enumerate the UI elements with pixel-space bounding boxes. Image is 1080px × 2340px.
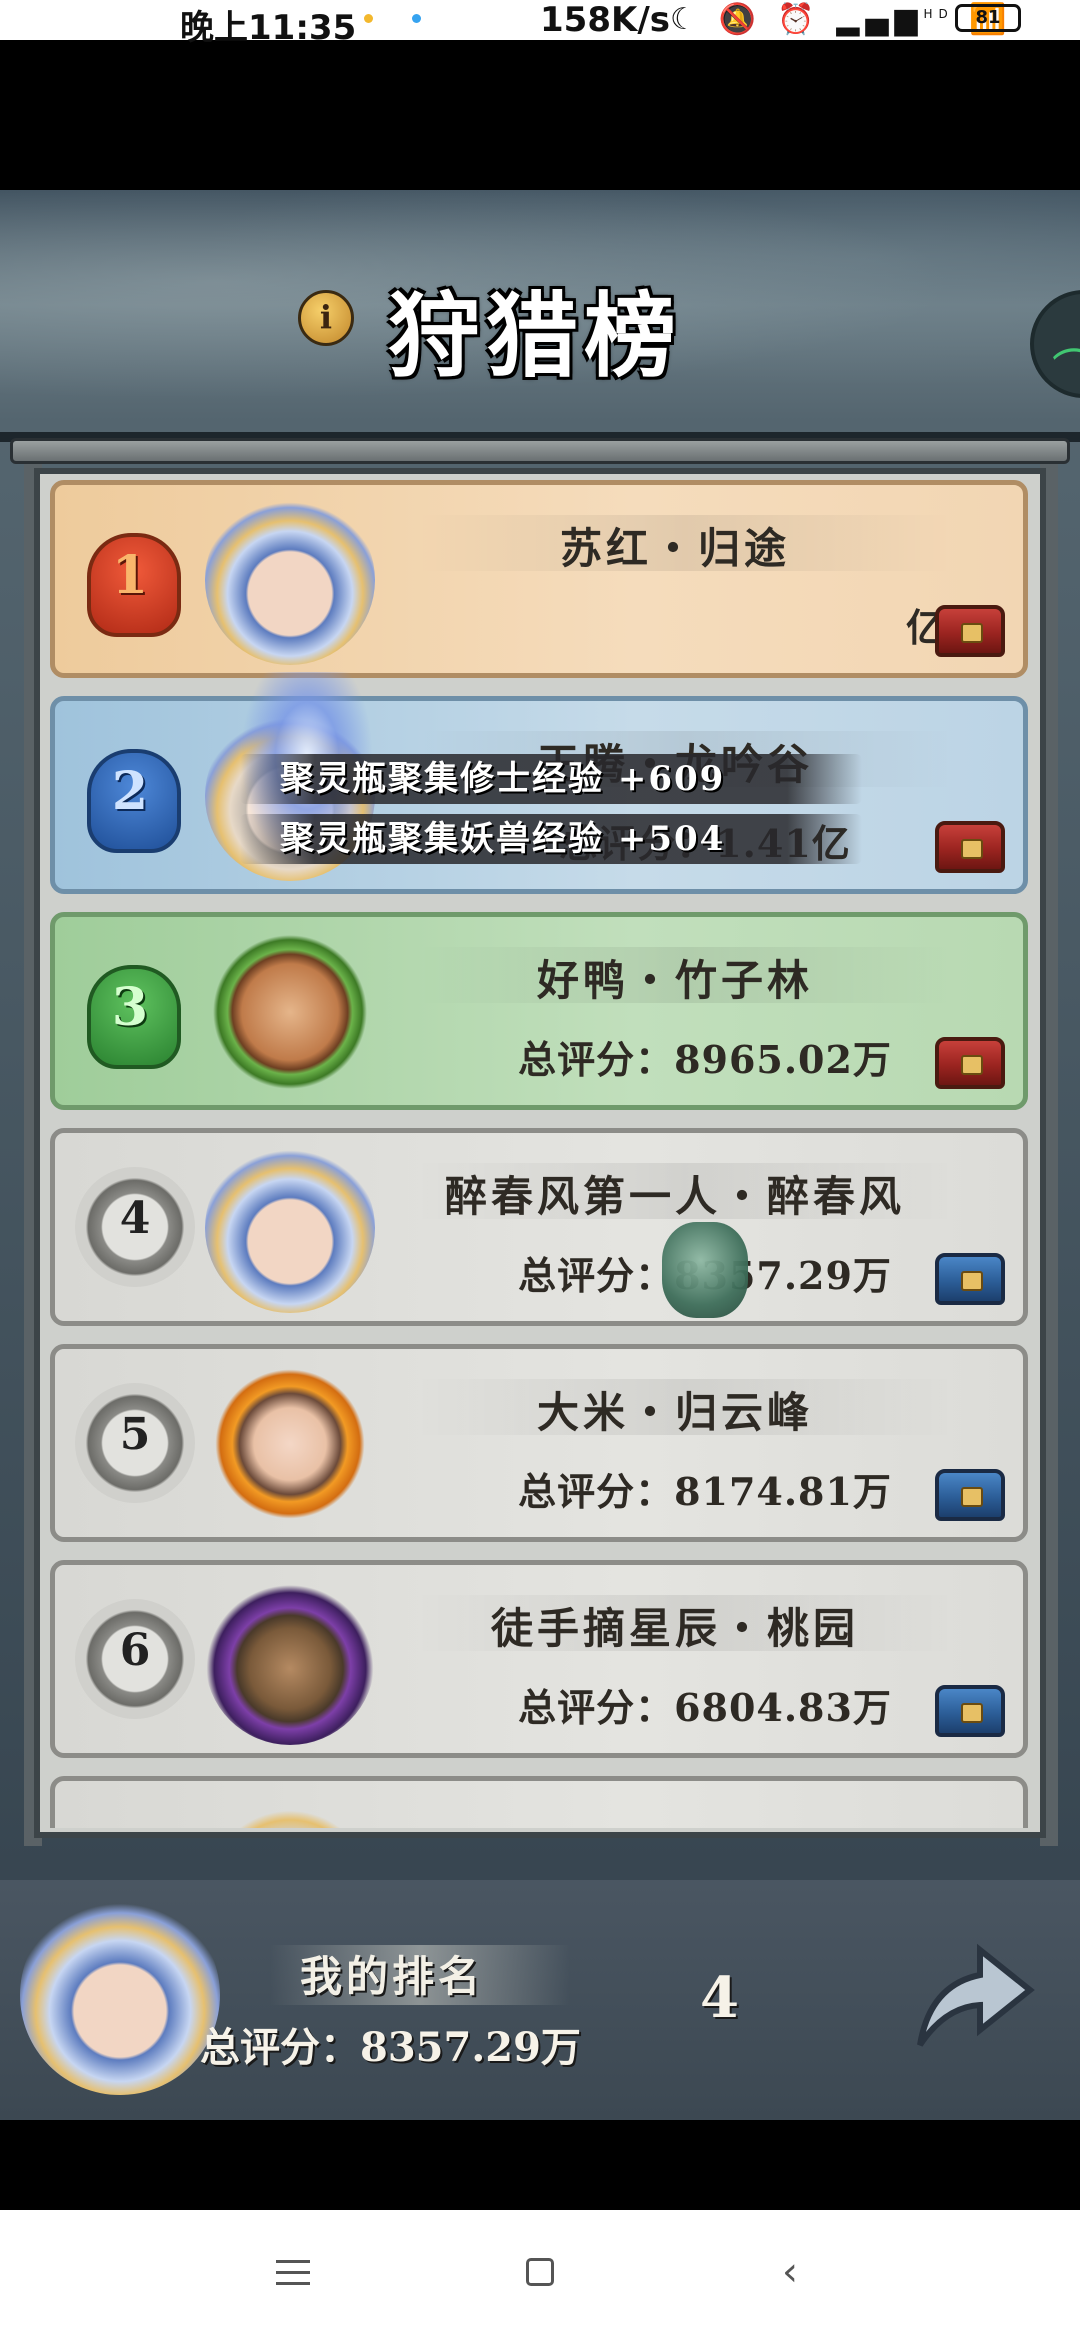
my-score: 总评分：8357.29万 — [200, 2024, 581, 2071]
player-name: 好鸭・竹子林 — [536, 956, 813, 1005]
player-name: 徒手摘星辰・桃园 — [490, 1604, 859, 1653]
leaderboard-row[interactable] — [50, 1776, 1028, 1828]
player-name: 大米・归云峰 — [536, 1388, 813, 1437]
rank-medal-icon: 2 — [75, 731, 185, 861]
signal-icon: ▂▄▆HD — [836, 2, 954, 37]
leaderboard-row[interactable]: 1 苏红・归途 亿 — [50, 480, 1028, 678]
jade-token-icon[interactable] — [662, 1222, 748, 1318]
network-speed: 158K/s — [540, 0, 670, 40]
leaderboard-row[interactable]: 4 醉春风第一人・醉春风 总评分：8357.29万 — [50, 1128, 1028, 1326]
share-arrow-icon[interactable] — [900, 1925, 1040, 2065]
panel-scroll-top — [10, 438, 1070, 464]
player-avatar[interactable] — [205, 927, 375, 1097]
leaderboard-row[interactable]: 3 好鸭・竹子林 总评分：8965.02万 — [50, 912, 1028, 1110]
player-score: 总评分：8174.81万 — [518, 1469, 892, 1514]
info-icon[interactable]: i — [298, 290, 354, 346]
rank-medal-icon: 1 — [75, 515, 185, 645]
rank-number: 5 — [119, 1409, 151, 1460]
menu-icon[interactable] — [276, 2260, 310, 2286]
floating-wifi-icon[interactable]: ︵ — [1030, 290, 1080, 398]
player-avatar[interactable] — [205, 1791, 375, 1828]
game-screen: i 狩猎榜 ︵ 1 苏红・归途 亿 2 王腾・龙吟谷 总 — [0, 190, 1080, 2110]
status-bar: 晚上11:35 158K/s ☾ 🔕 ⏰ ▂▄▆HD 📶 81 — [0, 0, 1080, 48]
reward-chest-icon[interactable] — [935, 605, 1005, 657]
signal-hd-label: HD — [923, 7, 954, 21]
my-rank-label: 我的排名 — [300, 1952, 485, 2001]
battery-level: 81 — [975, 7, 1001, 28]
my-rank-number: 4 — [700, 1965, 739, 2031]
leaderboard-row[interactable]: 5 大米・归云峰 总评分：8174.81万 — [50, 1344, 1028, 1542]
alarm-icon: ⏰ — [777, 2, 821, 37]
player-name: 醉春风第一人・醉春风 — [444, 1172, 905, 1221]
rank-number: 2 — [111, 761, 149, 822]
leaderboard-row[interactable]: 6 徒手摘星辰・桃园 总评分：6804.83万 — [50, 1560, 1028, 1758]
player-score: 总评分：8965.02万 — [518, 1037, 892, 1082]
reward-chest-icon[interactable] — [935, 1037, 1005, 1089]
rank-medal-icon: 3 — [75, 947, 185, 1077]
reward-chest-icon[interactable] — [935, 821, 1005, 873]
player-avatar[interactable] — [205, 1575, 375, 1745]
player-score: 亿 — [905, 605, 945, 650]
reward-chest-icon[interactable] — [935, 1469, 1005, 1521]
player-name: 苏红・归途 — [559, 524, 790, 573]
reward-chest-icon[interactable] — [935, 1253, 1005, 1305]
moon-icon: ☾ — [670, 2, 703, 37]
rank-number: 6 — [119, 1625, 151, 1676]
status-time: 晚上11:35 — [180, 8, 357, 48]
rank-number: 1 — [111, 545, 149, 606]
rank-number: 3 — [111, 977, 149, 1038]
mute-icon: 🔕 — [718, 2, 762, 37]
player-avatar[interactable] — [205, 1143, 375, 1313]
leaderboard-list[interactable]: 1 苏红・归途 亿 2 王腾・龙吟谷 总评分：1.41亿 3 — [46, 480, 1034, 1828]
page-title: 狩猎榜 — [388, 282, 683, 390]
back-icon[interactable]: ‹ — [782, 2252, 798, 2292]
player-avatar[interactable] — [205, 1359, 375, 1529]
player-score: 总评分：6804.83万 — [518, 1685, 892, 1730]
notification-dot-icon — [412, 14, 421, 23]
rank-number: 4 — [119, 1193, 151, 1244]
reward-chest-icon[interactable] — [935, 1685, 1005, 1737]
home-icon[interactable] — [526, 2258, 554, 2286]
my-avatar[interactable] — [20, 1895, 220, 2095]
player-avatar[interactable] — [205, 495, 375, 665]
battery-icon: 81 — [955, 4, 1021, 32]
exp-toast: 聚灵瓶聚集妖兽经验 +504 — [240, 814, 862, 864]
system-nav-bar: ‹ — [0, 2210, 1080, 2340]
notification-dot-icon — [364, 14, 373, 23]
exp-toast: 聚灵瓶聚集修士经验 +609 — [240, 754, 862, 804]
